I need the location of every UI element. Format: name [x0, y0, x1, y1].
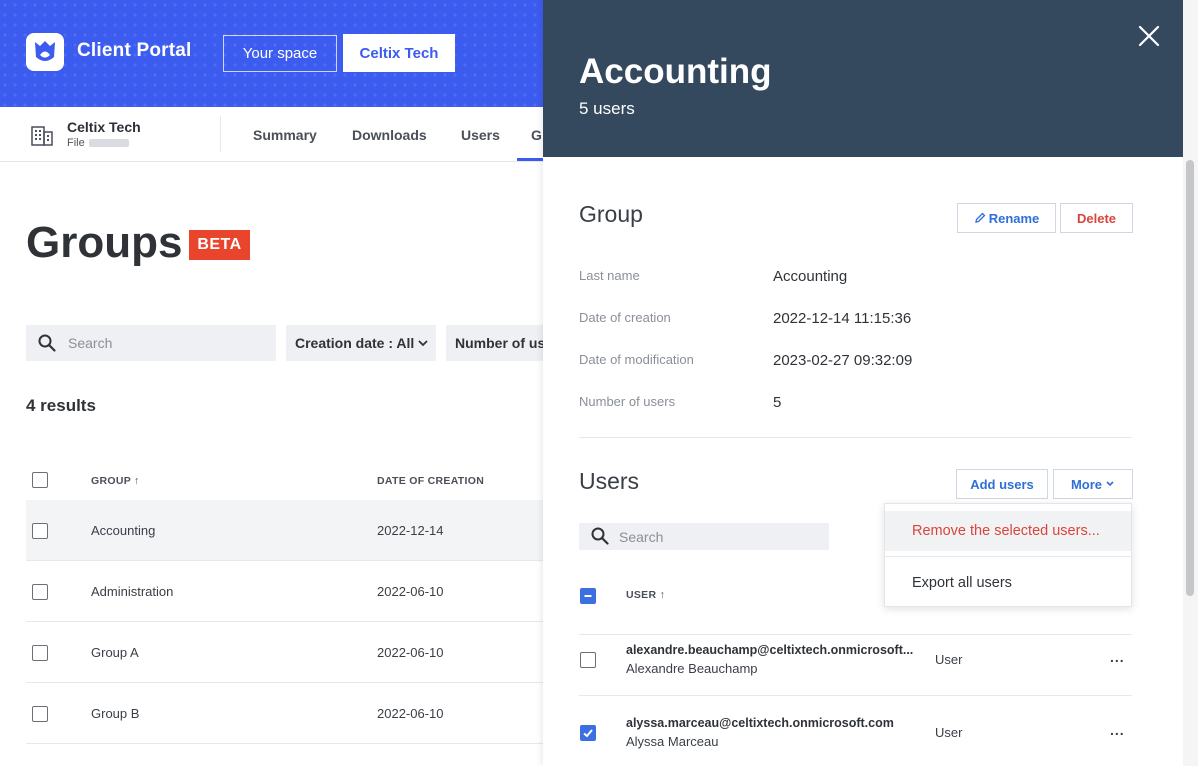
panel-title: Accounting — [579, 52, 772, 91]
row-divider — [579, 634, 1132, 635]
remove-selected-users-menu-item[interactable]: Remove the selected users... — [885, 511, 1131, 551]
column-header-user-label: USER — [626, 589, 657, 601]
beta-badge: BETA — [189, 230, 250, 260]
field-label-creation-date: Date of creation — [579, 310, 671, 325]
column-header-group[interactable]: GROUP ↑ — [91, 475, 140, 487]
number-of-users-filter[interactable]: Number of us — [446, 325, 543, 361]
search-icon — [591, 527, 609, 545]
user-name: Alexandre Beauchamp — [626, 661, 758, 676]
table-header: GROUP ↑ DATE OF CREATION — [26, 460, 543, 500]
divider — [220, 116, 221, 152]
checkmark-icon — [583, 729, 593, 738]
number-of-users-filter-label: Number of us — [455, 335, 543, 351]
pencil-icon — [974, 212, 986, 223]
export-all-users-menu-item[interactable]: Export all users — [885, 563, 1131, 603]
group-date: 2022-06-10 — [377, 706, 444, 721]
creation-date-filter[interactable]: Creation date : All — [286, 325, 436, 361]
panel-header: Accounting 5 users — [543, 0, 1183, 157]
groups-table: GROUP ↑ DATE OF CREATION Accounting 2022… — [26, 460, 543, 744]
field-label-number-of-users: Number of users — [579, 394, 676, 409]
close-icon[interactable] — [1137, 24, 1161, 48]
field-value-last-name: Accounting — [773, 268, 848, 285]
users-search[interactable] — [579, 523, 829, 550]
organization-button[interactable]: Celtix Tech — [343, 34, 455, 72]
user-name: Alyssa Marceau — [626, 734, 719, 749]
column-header-date[interactable]: DATE OF CREATION — [377, 475, 484, 487]
users-section-title: Users — [579, 468, 640, 494]
table-row[interactable]: Administration 2022-06-10 — [26, 561, 543, 622]
building-icon — [31, 126, 53, 146]
user-row-more-button[interactable]: ... — [1110, 649, 1125, 665]
group-name[interactable]: Group B — [91, 706, 139, 721]
group-date: 2022-12-14 — [377, 523, 444, 538]
user-email[interactable]: alyssa.marceau@celtixtech.onmicrosoft.co… — [626, 716, 921, 730]
page-title: Groups — [26, 218, 183, 267]
more-button[interactable]: More — [1053, 469, 1133, 499]
creation-date-filter-label: Creation date : All — [295, 335, 415, 351]
row-checkbox[interactable] — [32, 645, 48, 661]
user-role: User — [935, 725, 963, 740]
sort-up-arrow-icon: ↑ — [134, 475, 140, 487]
group-section-title: Group — [579, 201, 643, 227]
menu-divider — [885, 556, 1131, 557]
indeterminate-icon — [584, 595, 592, 597]
column-header-group-label: GROUP — [91, 475, 131, 487]
your-space-button[interactable]: Your space — [223, 35, 337, 72]
tab-users[interactable]: Users — [461, 127, 500, 143]
groups-search[interactable] — [26, 325, 276, 361]
row-checkbox[interactable] — [32, 523, 48, 539]
column-header-user[interactable]: USER ↑ — [626, 589, 665, 601]
group-name[interactable]: Administration — [91, 584, 173, 599]
organization-file: File — [67, 137, 129, 149]
tab-groups[interactable]: G — [531, 127, 542, 143]
select-all-users-checkbox[interactable] — [580, 588, 596, 604]
row-divider — [579, 695, 1132, 696]
users-search-input[interactable] — [619, 523, 819, 550]
tab-summary[interactable]: Summary — [253, 127, 317, 143]
portal-logo-icon[interactable] — [26, 33, 64, 71]
field-label-last-name: Last name — [579, 268, 640, 283]
field-value-creation-date: 2022-12-14 11:15:36 — [773, 310, 912, 327]
field-value-modification-date: 2023-02-27 09:32:09 — [773, 352, 913, 369]
more-label: More — [1070, 476, 1103, 492]
app-title: Client Portal — [77, 40, 192, 61]
row-checkbox[interactable] — [32, 584, 48, 600]
groups-search-input[interactable] — [68, 325, 268, 361]
user-row-checkbox[interactable] — [580, 725, 596, 741]
group-date: 2022-06-10 — [377, 584, 444, 599]
tab-downloads[interactable]: Downloads — [352, 127, 427, 143]
delete-button[interactable]: Delete — [1060, 203, 1133, 233]
row-checkbox[interactable] — [32, 706, 48, 722]
field-value-number-of-users: 5 — [773, 394, 782, 411]
search-icon — [38, 334, 56, 352]
sort-up-arrow-icon: ↑ — [659, 589, 666, 601]
group-name[interactable]: Accounting — [91, 523, 155, 538]
more-dropdown-menu: Remove the selected users... Export all … — [884, 503, 1132, 607]
field-label-modification-date: Date of modification — [579, 352, 694, 367]
table-row[interactable]: Accounting 2022-12-14 — [26, 500, 543, 561]
user-role: User — [935, 652, 963, 667]
chevron-down-icon — [418, 340, 428, 347]
group-date: 2022-06-10 — [377, 645, 444, 660]
table-row[interactable]: Group B 2022-06-10 — [26, 683, 543, 744]
group-name[interactable]: Group A — [91, 645, 139, 660]
table-row[interactable]: Group A 2022-06-10 — [26, 622, 543, 683]
select-all-checkbox[interactable] — [32, 472, 48, 488]
rename-button[interactable]: Rename — [957, 203, 1056, 233]
chevron-down-icon — [1106, 481, 1114, 487]
organization-name: Celtix Tech — [67, 119, 141, 135]
group-detail-panel: Accounting 5 users Group Rename Delete L… — [543, 0, 1198, 766]
results-count: 4 results — [26, 396, 96, 415]
section-divider — [579, 437, 1132, 438]
redacted-file-id — [88, 139, 129, 148]
scrollbar-thumb[interactable] — [1186, 160, 1194, 596]
add-users-button[interactable]: Add users — [956, 469, 1048, 499]
user-row-checkbox[interactable] — [580, 652, 596, 668]
rename-label: Rename — [988, 210, 1040, 226]
panel-subtitle: 5 users — [579, 99, 635, 118]
user-row-more-button[interactable]: ... — [1110, 722, 1125, 738]
user-email[interactable]: alexandre.beauchamp@celtixtech.onmicroso… — [626, 643, 921, 657]
file-label: File — [67, 137, 85, 149]
